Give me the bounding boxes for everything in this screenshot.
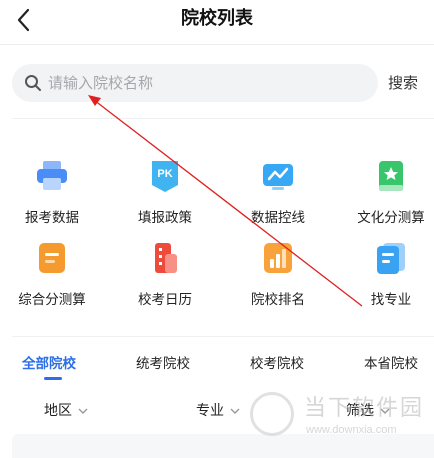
grid-item-ranking[interactable]: 院校排名 (228, 240, 328, 320)
grid-item-label: 数据控线 (251, 210, 305, 226)
chevron-down-icon (230, 408, 240, 414)
svg-text:PK: PK (157, 168, 172, 180)
document-icon (39, 243, 65, 273)
chevron-down-icon (78, 408, 88, 414)
search-bar[interactable] (12, 64, 378, 102)
trend-board-icon (263, 164, 293, 190)
filter-label: 专业 (196, 403, 224, 419)
page-title: 院校列表 (181, 8, 253, 29)
section-divider (12, 118, 434, 119)
grid-item-policy[interactable]: PK 填报政策 (115, 158, 215, 238)
filter-label: 地区 (44, 403, 72, 419)
filter-region[interactable]: 地区 (44, 400, 88, 420)
section-divider (12, 336, 434, 337)
active-tab-indicator (44, 377, 62, 380)
grid-item-culture-score[interactable]: 文化分测算 (341, 158, 434, 238)
grid-item-label: 找专业 (370, 292, 412, 308)
grid-item-label: 校考日历 (138, 292, 192, 308)
grid-item-label: 综合分测算 (18, 292, 86, 308)
watermark-text: 当下软件园 (304, 396, 425, 421)
pk-badge-icon: PK (152, 161, 178, 192)
grid-item-label: 院校排名 (251, 292, 305, 308)
tab-local-schools[interactable]: 本省院校 (364, 352, 418, 372)
tab-school-exam-schools[interactable]: 校考院校 (250, 352, 304, 372)
watermark-url: www.downxia.com (306, 424, 397, 436)
grid-item-find-major[interactable]: 找专业 (341, 240, 434, 320)
grid-item-control-line[interactable]: 数据控线 (228, 158, 328, 238)
grid-item-label: 填报政策 (138, 210, 192, 226)
grid-item-label: 报考数据 (25, 210, 79, 226)
filter-major[interactable]: 专业 (196, 400, 240, 420)
grid-item-label: 文化分测算 (357, 210, 425, 226)
search-input[interactable] (48, 64, 368, 102)
search-icon (25, 75, 41, 91)
search-button[interactable]: 搜索 (388, 72, 418, 93)
grid-item-exam-calendar[interactable]: 校考日历 (115, 240, 215, 320)
app-header: 院校列表 (0, 0, 434, 44)
building-icon (155, 243, 177, 273)
watermark-logo (250, 392, 294, 436)
header-divider (0, 44, 434, 45)
bar-chart-icon (264, 243, 292, 273)
grid-item-report-data[interactable]: 报考数据 (2, 158, 102, 238)
printer-icon (37, 161, 67, 190)
notebook-icon (377, 243, 405, 274)
tab-all-schools[interactable]: 全部院校 (22, 352, 76, 372)
watermark: 当下软件园 www.downxia.com (250, 390, 430, 450)
tab-unified-exam-schools[interactable]: 统考院校 (136, 352, 190, 372)
star-book-icon (379, 161, 403, 191)
grid-item-comprehensive-score[interactable]: 综合分测算 (2, 240, 102, 320)
